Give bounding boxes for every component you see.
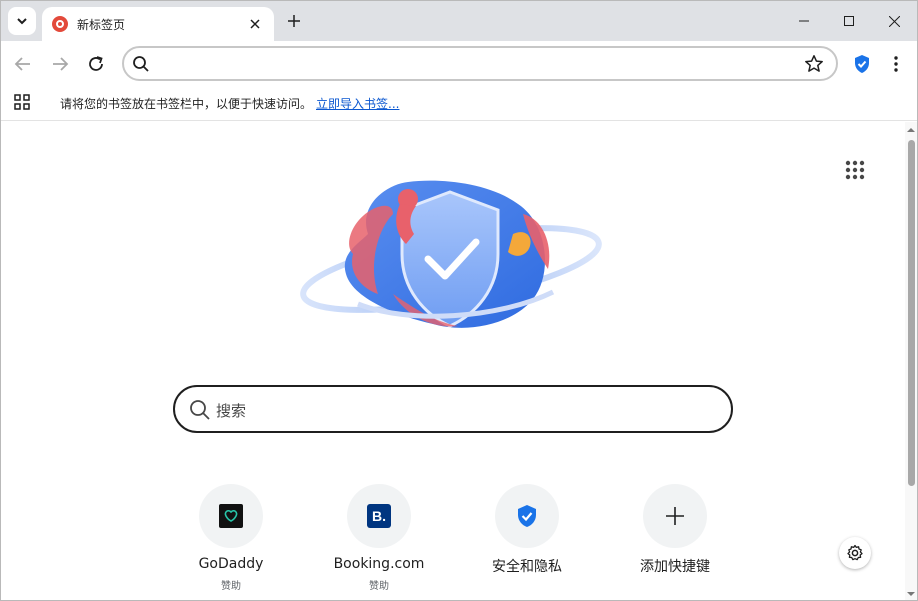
forward-button[interactable] <box>46 50 74 78</box>
active-tab[interactable]: 新标签页 <box>42 7 274 41</box>
new-tab-button[interactable] <box>283 10 305 32</box>
security-extension-button[interactable] <box>848 50 876 78</box>
shortcut-icon-circle <box>643 484 707 548</box>
address-input[interactable] <box>156 53 796 75</box>
scroll-up-arrow-icon[interactable] <box>907 126 915 134</box>
maximize-icon <box>844 16 854 26</box>
shortcut-title: Booking.com <box>333 556 425 572</box>
minimize-button[interactable] <box>781 1 827 41</box>
reload-icon <box>89 56 103 71</box>
browser-window: 新标签页 请将您的书签放在书签栏中，以便于快速访问。 立即导入书签... 搜索 … <box>0 0 918 601</box>
plus-icon <box>288 15 300 27</box>
bookmarks-hint: 请将您的书签放在书签栏中，以便于快速访问。 <box>60 97 313 111</box>
scroll-thumb[interactable] <box>908 140 915 486</box>
tab-favicon-icon <box>52 16 68 32</box>
maximize-button[interactable] <box>826 1 872 41</box>
search-box[interactable]: 搜索 <box>173 385 733 433</box>
security-illustration <box>300 180 602 328</box>
tab-strip: 新标签页 <box>1 1 917 41</box>
shield-check-icon <box>518 505 536 527</box>
gear-icon <box>847 544 863 561</box>
bookmarks-bar: 请将您的书签放在书签栏中，以便于快速访问。 立即导入书签... <box>1 87 917 121</box>
shortcut-booking[interactable]: B. Booking.com 赞助 <box>323 482 435 592</box>
shortcut-add[interactable]: 添加快捷键 <box>619 482 731 592</box>
shortcut-title: GoDaddy <box>198 556 264 572</box>
arrow-right-icon <box>53 57 69 71</box>
import-bookmarks-link[interactable]: 立即导入书签... <box>316 95 399 112</box>
address-bar[interactable] <box>122 46 838 81</box>
tab-search-button[interactable] <box>8 7 36 35</box>
shortcut-security-privacy[interactable]: 安全和隐私 <box>471 482 583 592</box>
apps-icon[interactable] <box>14 94 30 110</box>
new-tab-page: 搜索 GoDaddy 赞助 B. Booking.com 赞助 安全和隐私 添加… <box>1 122 905 600</box>
back-button[interactable] <box>9 50 37 78</box>
scroll-down-arrow-icon[interactable] <box>907 590 915 598</box>
chevron-down-icon <box>17 18 27 25</box>
plus-icon <box>666 507 684 525</box>
page-scrollbar[interactable] <box>905 122 917 600</box>
shortcut-godaddy[interactable]: GoDaddy 赞助 <box>175 482 287 592</box>
google-apps-icon[interactable] <box>843 158 867 182</box>
toolbar <box>1 41 917 87</box>
shield-check-icon <box>855 55 869 73</box>
close-icon <box>250 19 260 29</box>
reload-button[interactable] <box>82 50 110 78</box>
search-icon <box>133 56 149 72</box>
search-icon <box>190 400 210 420</box>
shortcut-icon-circle <box>495 484 559 548</box>
close-window-button[interactable] <box>871 1 917 41</box>
tab-title: 新标签页 <box>77 17 126 32</box>
shortcut-icon-circle <box>199 484 263 548</box>
shortcut-sponsored-label: 赞助 <box>369 581 389 592</box>
close-icon <box>888 15 900 27</box>
shortcut-icon-circle: B. <box>347 484 411 548</box>
shortcut-title: 安全和隐私 <box>492 559 562 575</box>
menu-button[interactable] <box>882 50 910 78</box>
tab-close-button[interactable] <box>246 15 264 33</box>
bookmark-star-icon[interactable] <box>804 54 824 74</box>
more-vert-icon <box>894 56 898 72</box>
arrow-left-icon <box>14 57 30 71</box>
godaddy-logo-icon <box>219 504 243 528</box>
minimize-icon <box>799 20 809 22</box>
booking-logo-icon: B. <box>367 504 391 528</box>
customize-button[interactable] <box>839 537 871 569</box>
shortcut-sponsored-label: 赞助 <box>221 581 241 592</box>
search-placeholder: 搜索 <box>216 402 247 420</box>
shortcut-title: 添加快捷键 <box>640 559 710 575</box>
